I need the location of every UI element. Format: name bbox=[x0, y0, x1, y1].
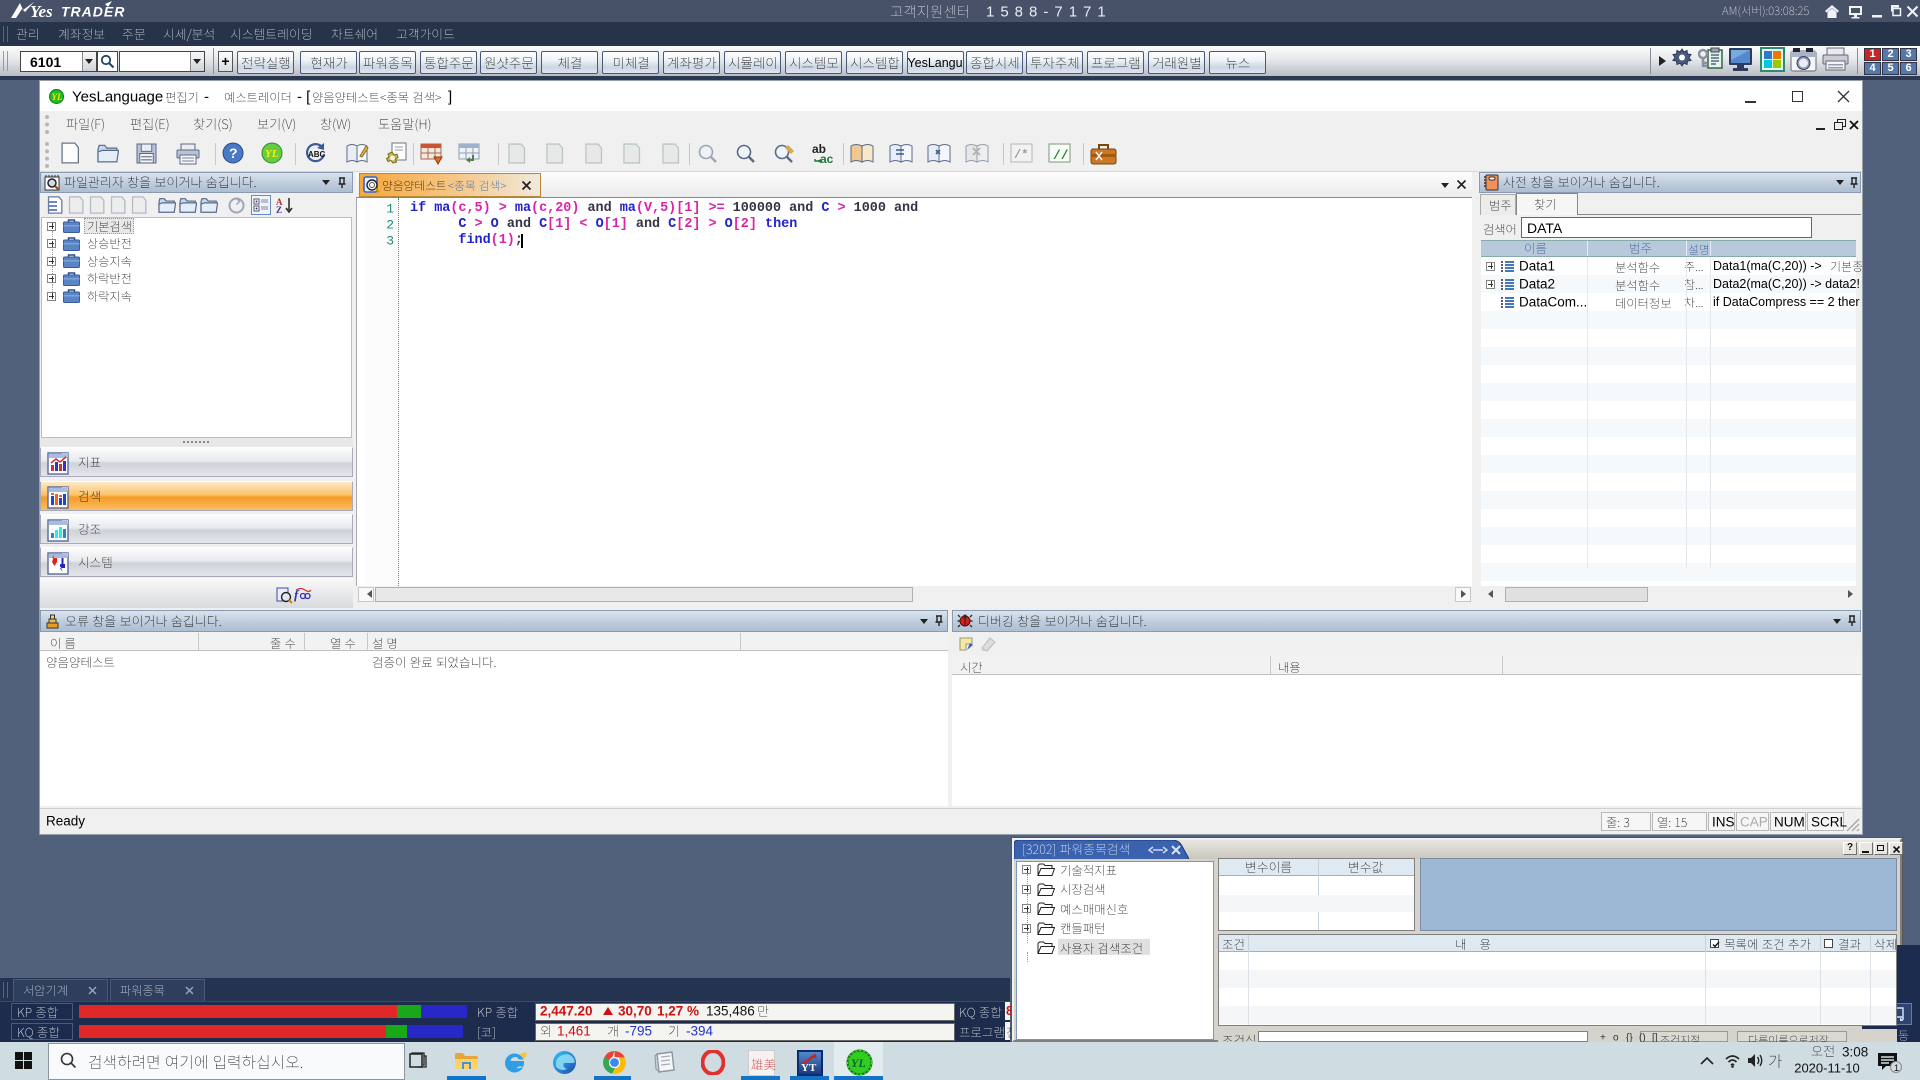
svg-text:YT: YT bbox=[801, 1062, 817, 1074]
svg-text:Yes: Yes bbox=[30, 2, 53, 21]
svg-text:YL: YL bbox=[265, 148, 279, 160]
svg-text:TRADER: TRADER bbox=[61, 4, 125, 20]
svg-text://: // bbox=[1053, 148, 1069, 163]
svg-text:YL: YL bbox=[851, 1056, 866, 1070]
svg-text:/*: /* bbox=[1014, 148, 1028, 162]
svg-text:Z: Z bbox=[276, 205, 282, 214]
svg-text:ABC: ABC bbox=[308, 150, 326, 159]
svg-text:1: 1 bbox=[1894, 1063, 1899, 1073]
svg-text:ac: ac bbox=[820, 152, 834, 165]
svg-text:YL: YL bbox=[52, 92, 63, 102]
svg-text:?: ? bbox=[229, 145, 238, 161]
